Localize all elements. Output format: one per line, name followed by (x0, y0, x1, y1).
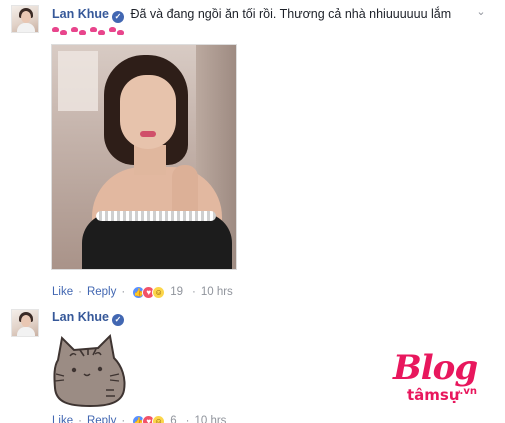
verified-badge-icon: ✓ (111, 314, 124, 326)
comment-actions: Like · Reply · 👍 ♥ ☺ 19 · 10 hrs (52, 285, 233, 299)
kiss-mark-icon (52, 25, 68, 37)
watermark-main: Blog (393, 348, 478, 388)
reply-link[interactable]: Reply (87, 285, 116, 299)
author-name[interactable]: Lan Khue (52, 310, 109, 324)
comment-text: Đã và đang ngồi ăn tối rồi. Thương cả nh… (130, 7, 452, 21)
pusheen-cat-sticker[interactable] (50, 332, 132, 408)
chevron-down-icon[interactable]: ⌄ (473, 4, 489, 20)
reactions[interactable]: 👍 ♥ ☺ (132, 414, 166, 423)
timestamp[interactable]: 10 hrs (194, 414, 226, 423)
like-link[interactable]: Like (52, 414, 73, 423)
kiss-emoji-row (52, 25, 125, 39)
reaction-count[interactable]: 19 (170, 285, 183, 299)
haha-reaction-icon: ☺ (152, 285, 166, 299)
timestamp[interactable]: 10 hrs (201, 285, 233, 299)
avatar[interactable] (11, 309, 39, 337)
avatar[interactable] (11, 5, 39, 33)
author-name[interactable]: Lan Khue (52, 7, 109, 21)
comment-photo[interactable] (51, 44, 237, 270)
comment-actions: Like · Reply · 👍 ♥ ☺ 6 · 10 hrs (52, 414, 226, 423)
watermark-logo: Blog tâmsự.vn (393, 348, 497, 416)
comment-header: Lan Khue ✓ (52, 310, 127, 326)
kiss-mark-icon (90, 25, 106, 37)
comment-header: Lan Khue ✓ Đã và đang ngồi ăn tối rồi. Th… (52, 7, 451, 23)
haha-reaction-icon: ☺ (152, 414, 166, 423)
like-link[interactable]: Like (52, 285, 73, 299)
verified-badge-icon: ✓ (111, 11, 124, 23)
reactions[interactable]: 👍 ♥ ☺ (132, 285, 166, 299)
kiss-mark-icon (71, 25, 87, 37)
kiss-mark-icon (109, 25, 125, 37)
comment-1: Lan Khue ✓ Đã và đang ngồi ăn tối rồi. Th… (0, 0, 505, 300)
reaction-count[interactable]: 6 (170, 414, 176, 423)
reply-link[interactable]: Reply (87, 414, 116, 423)
watermark-sub: tâmsự.vn (407, 386, 477, 404)
